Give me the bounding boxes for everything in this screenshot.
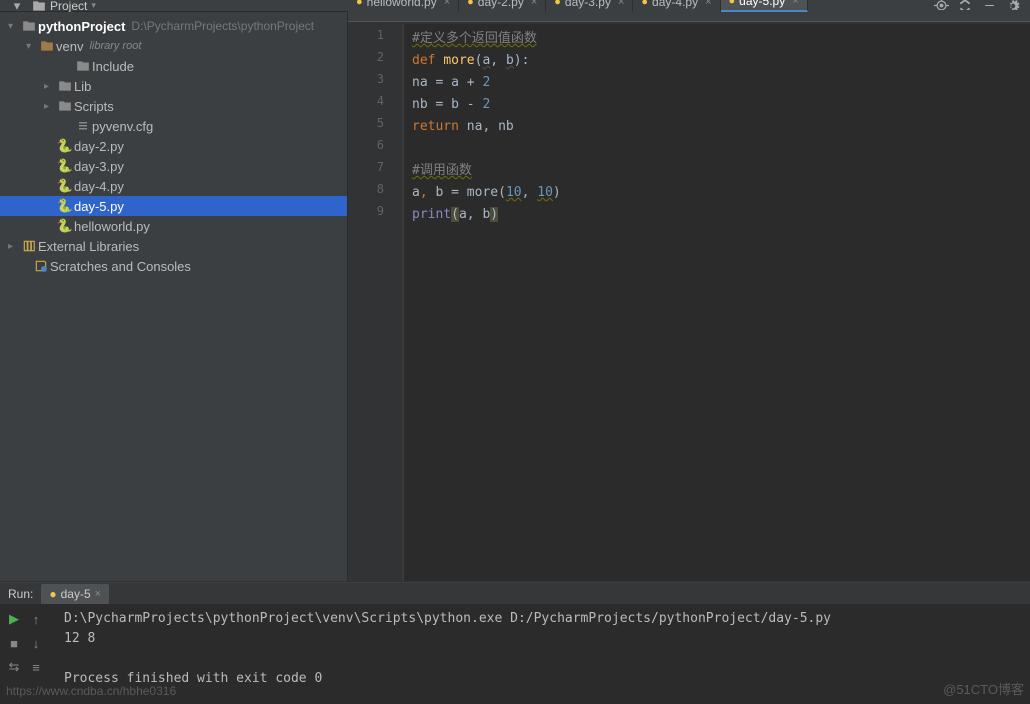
include-folder[interactable]: Include [0,56,347,76]
run-label: Run: [8,587,33,601]
watermark-right: @51CTO博客 [943,679,1024,698]
close-icon[interactable]: × [444,0,450,8]
tab-day-3[interactable]: ●day-3.py× [546,0,633,12]
soft-wrap-button[interactable]: ≡ [26,657,46,677]
tab-day-5[interactable]: ●day-5.py× [721,0,808,12]
file-helloworld[interactable]: 🐍helloworld.py [0,216,347,236]
run-tab[interactable]: ●day-5× [41,584,109,604]
close-icon[interactable]: × [618,0,624,8]
close-icon[interactable]: × [705,0,711,8]
up-button[interactable]: ↑ [26,609,46,629]
code-editor[interactable]: #定义多个返回值函数 def more(a, b): na = a + 2 nb… [403,24,1030,581]
tab-helloworld[interactable]: ●helloworld.py× [348,0,459,12]
tab-day-2[interactable]: ●day-2.py× [459,0,546,12]
down-button[interactable]: ↓ [26,633,46,653]
file-day-5[interactable]: 🐍day-5.py [0,196,347,216]
run-button[interactable]: ▶ [4,609,24,629]
tab-day-4[interactable]: ●day-4.py× [633,0,720,12]
project-tree[interactable]: ▾ pythonProject D:\PycharmProjects\pytho… [0,12,348,581]
close-icon[interactable]: × [531,0,537,8]
rerun-button[interactable]: ⇆ [4,657,24,677]
file-day-4[interactable]: 🐍day-4.py [0,176,347,196]
editor-tabs: ●helloworld.py× ●day-2.py× ●day-3.py× ●d… [348,10,1030,22]
venv-folder[interactable]: ▾ venv library root [0,36,347,56]
file-day-3[interactable]: 🐍day-3.py [0,156,347,176]
scripts-folder[interactable]: ▸ Scripts [0,96,347,116]
lib-folder[interactable]: ▸ Lib [0,76,347,96]
project-root[interactable]: ▾ pythonProject D:\PycharmProjects\pytho… [0,16,347,36]
pyvenv-cfg[interactable]: pyvenv.cfg [0,116,347,136]
project-dropdown[interactable]: Project ▾ [32,0,96,13]
run-output[interactable]: D:\PycharmProjects\pythonProject\venv\Sc… [56,605,1030,702]
scratches-consoles[interactable]: Scratches and Consoles [0,256,347,276]
close-icon[interactable]: × [95,588,101,600]
watermark-left: https://www.cndba.cn/hbhe0316 [6,684,176,698]
line-gutter[interactable]: 123 456 789 [348,24,403,581]
close-icon[interactable]: × [792,0,798,7]
stop-button[interactable]: ■ [4,633,24,653]
file-day-2[interactable]: 🐍day-2.py [0,136,347,156]
external-libraries[interactable]: ▸ External Libraries [0,236,347,256]
